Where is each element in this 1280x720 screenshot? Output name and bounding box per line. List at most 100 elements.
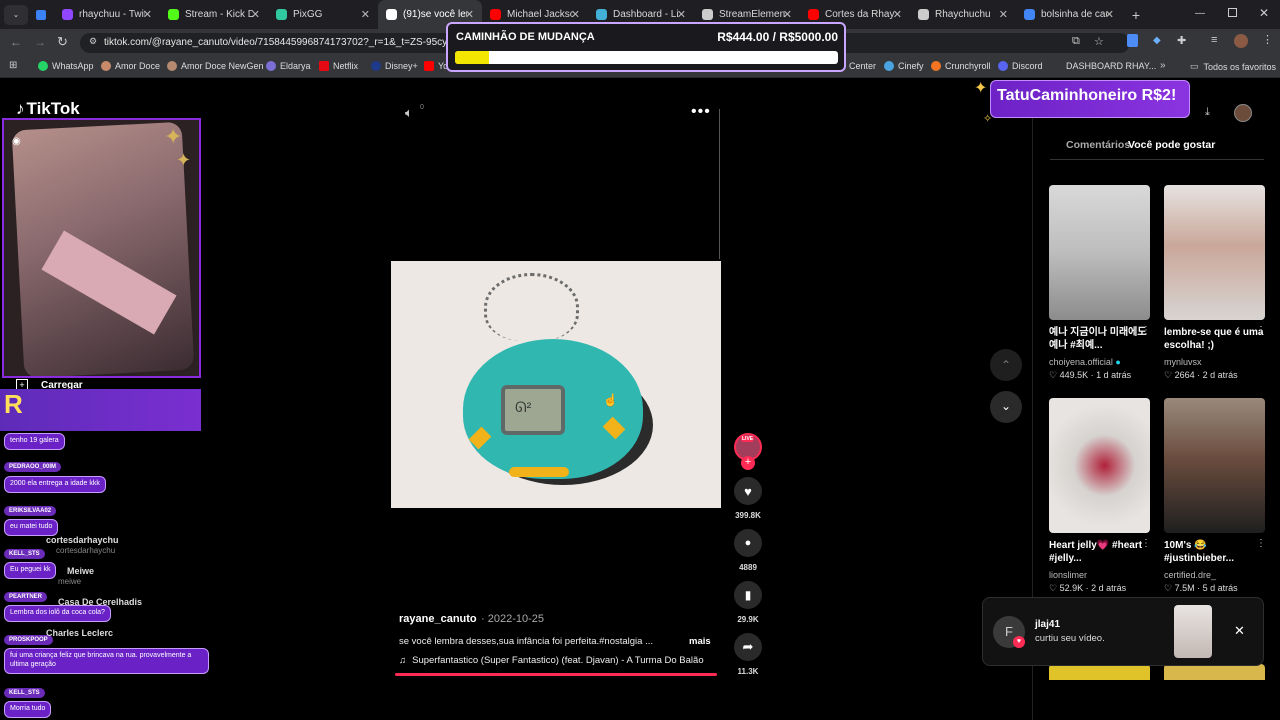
chat-bubble: Morria tudo [4, 701, 52, 718]
forward-icon[interactable]: → [34, 35, 46, 49]
chat-bubble: Eu peguei kk [4, 562, 57, 579]
apps-icon[interactable]: ⊞ [9, 60, 17, 71]
bookmark-eldarya[interactable]: Eldarya [266, 61, 311, 71]
tab-close-icon[interactable]: ✕ [1105, 8, 1114, 21]
all-bookmarks[interactable]: ▭ Todos os favoritos [1190, 61, 1276, 72]
window-restore-icon[interactable] [1228, 8, 1237, 17]
tab-close-icon[interactable]: ✕ [143, 8, 152, 21]
bookmark-crunchyroll[interactable]: Crunchyroll [931, 61, 991, 71]
tab-close-icon[interactable]: ✕ [783, 8, 792, 21]
like-notification[interactable]: F ♥ jlaj41 curtiu seu vídeo. ✕ [982, 597, 1264, 666]
bookmark-center[interactable]: Center [849, 61, 876, 71]
video-progress-bar[interactable] [395, 673, 717, 676]
tab-close-icon[interactable]: ✕ [893, 8, 902, 21]
pinned-tab[interactable] [28, 0, 54, 29]
card-menu-icon[interactable]: ⋮ [1256, 325, 1266, 336]
following-name[interactable]: cortesdarhaychu [46, 535, 119, 545]
tab-close-icon[interactable]: ✕ [677, 8, 686, 21]
bookmark-youtube[interactable]: Yo [424, 61, 448, 71]
previous-video-button[interactable]: ⌃ [990, 349, 1022, 381]
video-frame-tamagotchi[interactable]: ᘏ² ☝ [391, 261, 721, 508]
comment-button[interactable]: ● [734, 529, 762, 557]
download-video-icon[interactable]: ⤓ [1205, 106, 1210, 119]
browser-tab[interactable]: bolsinha de cach✕ [1016, 0, 1122, 29]
more-options-icon[interactable]: ••• [691, 103, 711, 121]
card-menu-icon[interactable]: ⋮ [1141, 325, 1151, 336]
browser-tab[interactable]: Stream - Kick Dashboard✕ [160, 0, 268, 29]
chat-bubble: fui uma criança feliz que brincava na ru… [4, 648, 209, 674]
discord-icon [998, 61, 1008, 71]
bookmark-amor-doce-newgen[interactable]: Amor Doce NewGen [167, 61, 264, 71]
follow-plus-button[interactable]: + [741, 456, 755, 470]
close-icon[interactable]: ✕ [1234, 623, 1245, 639]
profile-avatar[interactable] [1234, 34, 1248, 48]
bookmark-button[interactable]: ▮ [734, 581, 762, 609]
site-info-icon[interactable]: ⚙ [89, 36, 97, 47]
suggested-video-card[interactable]: 예나 지금이나 미래에도 예나 #최예... choiyena.official… [1049, 185, 1151, 381]
back-icon[interactable]: ← [10, 35, 22, 49]
extension-icon[interactable]: ◆ [1153, 35, 1161, 46]
bookmark-amor-doce[interactable]: Amor Doce [101, 61, 160, 71]
tiktok-logo[interactable]: ♪ TikTok [16, 99, 80, 119]
menu-icon[interactable]: ⋮ [1262, 33, 1273, 46]
tab-label: (91)se você lembra [403, 9, 467, 20]
browser-tab[interactable]: PixGG ✕ [268, 0, 378, 29]
download-icon[interactable] [1127, 34, 1138, 47]
suggested-video-card[interactable]: lembre-se que é uma escolha! ;) mynluvsx… [1164, 185, 1266, 381]
bookmark-discord[interactable]: Discord [998, 61, 1043, 71]
tab-close-icon[interactable]: ✕ [999, 8, 1008, 21]
tab-close-icon[interactable]: ✕ [465, 8, 474, 21]
browser-tab[interactable]: Rhaychuchu ✕ [910, 0, 1016, 29]
new-tab-button[interactable]: + [1126, 7, 1146, 23]
tab-close-icon[interactable]: ✕ [361, 8, 370, 21]
video-date-text: 2022-10-25 [487, 613, 545, 625]
bookmark-cinefy[interactable]: Cinefy [884, 61, 924, 71]
tab-search-button[interactable]: ⌄ [4, 4, 28, 25]
heart-icon: ♥ [744, 483, 752, 499]
card-author-name: choiyena.official [1049, 357, 1113, 367]
card-likes: 449.5K [1059, 370, 1089, 380]
window-minimize-icon[interactable]: — [1195, 8, 1205, 19]
next-video-button[interactable]: ⌄ [990, 391, 1022, 423]
card-menu-icon[interactable]: ⋮ [1141, 538, 1151, 549]
following-name[interactable]: Charles Leclerc [46, 628, 113, 638]
suggested-video-card[interactable]: Heart jelly💗 #heart #jelly... lionslimer… [1049, 398, 1151, 594]
bookmark-disney[interactable]: Disney+ [371, 61, 418, 71]
window-close-icon[interactable]: ✕ [1259, 6, 1269, 20]
user-avatar[interactable] [1234, 104, 1252, 122]
following-name[interactable]: Meiwe [67, 566, 94, 576]
bookmark-label: Crunchyroll [945, 61, 991, 71]
tab-comments[interactable]: Comentários [1066, 139, 1130, 151]
url-text: tiktok.com/@rayane_canuto/video/71584459… [104, 37, 471, 48]
tab-you-may-like[interactable]: Você pode gostar [1128, 139, 1215, 151]
install-icon[interactable]: ⧉ [1072, 35, 1080, 48]
tab-close-icon[interactable]: ✕ [571, 8, 580, 21]
video-thumbnail[interactable] [1049, 664, 1150, 680]
puzzle-icon[interactable]: ✚ [1177, 34, 1186, 47]
youtube-icon [424, 61, 434, 71]
video-thumbnail[interactable] [1164, 664, 1265, 680]
following-name[interactable]: Casa De Cerelhadis [58, 597, 142, 607]
bookmark-whatsapp[interactable]: WhatsApp [38, 61, 94, 71]
card-likes: 7.5M [1174, 583, 1195, 593]
suggested-video-card[interactable]: 10M's 😂 #justinbieber... certified.dre_ … [1164, 398, 1266, 594]
caption-more-link[interactable]: mais [689, 636, 711, 647]
like-count: 399.8K [735, 511, 761, 520]
browser-tab[interactable]: rhaychuu - Twitch✕ [54, 0, 160, 29]
reload-icon[interactable]: ↻ [57, 34, 68, 50]
bookmark-star-icon[interactable]: ☆ [1094, 35, 1104, 48]
volume-icon[interactable]: 🔈︎ [405, 105, 413, 121]
music-row[interactable]: ♫ Superfantastico (Super Fantastico) (fea… [399, 655, 713, 666]
like-button[interactable]: ♥ [734, 477, 762, 505]
bookmark-dashboard[interactable]: DASHBOARD RHAY... [1066, 61, 1156, 71]
video-author[interactable]: rayane_canuto [399, 613, 477, 625]
media-icon[interactable]: ≡ [1211, 34, 1217, 46]
star-icon: ✦ [164, 124, 183, 149]
bookmark-netflix[interactable]: Netflix [319, 61, 358, 71]
share-button[interactable]: ➦ [734, 633, 762, 661]
music-title: Superfantastico (Super Fantastico) (feat… [412, 655, 704, 666]
video-edge-line [719, 109, 720, 259]
more-bookmarks-icon[interactable]: » [1160, 60, 1166, 71]
tab-close-icon[interactable]: ✕ [251, 8, 260, 21]
card-menu-icon[interactable]: ⋮ [1256, 538, 1266, 549]
